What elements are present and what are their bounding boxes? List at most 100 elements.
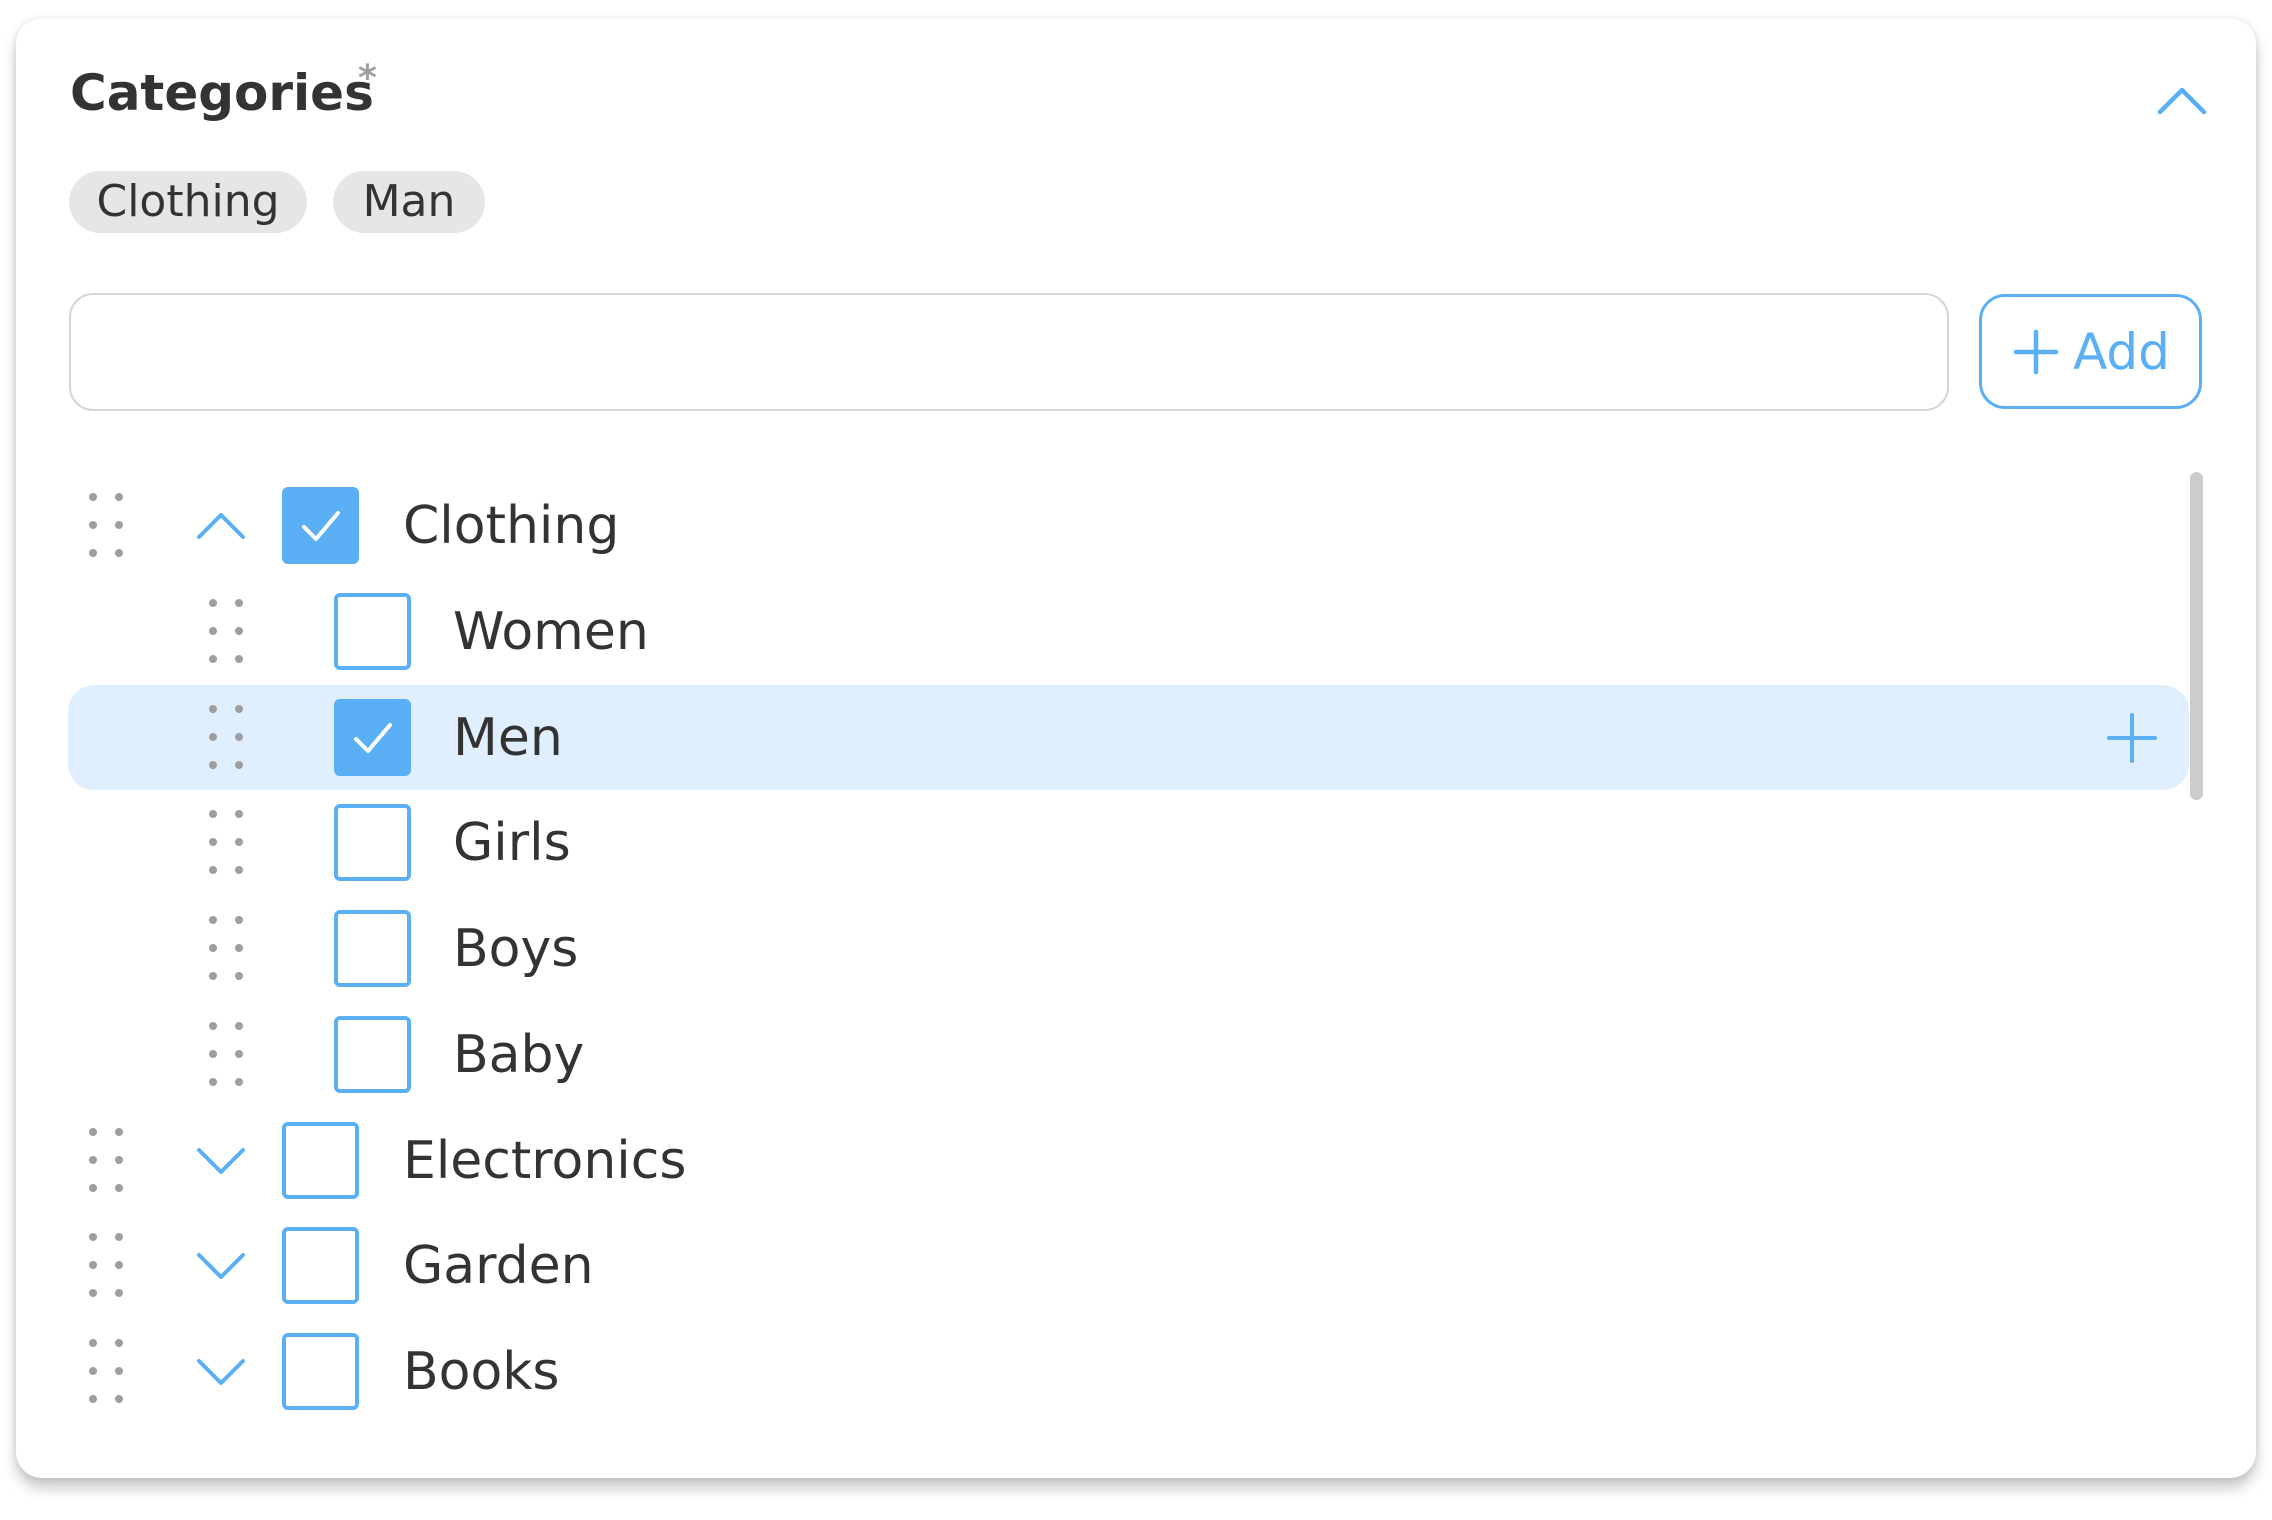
drag-dot — [235, 626, 243, 635]
selected-chip: Man — [333, 171, 485, 233]
drag-handle-icon[interactable] — [89, 1339, 125, 1405]
drag-dot — [235, 760, 243, 769]
drag-dot — [209, 972, 217, 980]
tree-row[interactable]: Clothing — [68, 473, 2189, 578]
drag-dot — [89, 1367, 97, 1375]
drag-handle-icon[interactable] — [89, 1127, 125, 1194]
tree-row[interactable]: Girls — [68, 790, 2189, 895]
drag-handle-icon[interactable] — [89, 1233, 125, 1299]
drag-dot — [209, 944, 217, 952]
category-checkbox[interactable] — [282, 1227, 359, 1305]
drag-dot — [89, 1183, 97, 1192]
tree-row[interactable]: Books — [68, 1319, 2189, 1424]
chevron-down-icon — [197, 1359, 245, 1385]
drag-handle-icon[interactable] — [209, 916, 245, 982]
new-category-input[interactable] — [69, 293, 1949, 411]
drag-dot — [235, 1049, 243, 1058]
drag-dot — [115, 1289, 123, 1298]
expand-toggle[interactable] — [196, 1347, 246, 1397]
tree-scrollbar[interactable] — [2190, 472, 2203, 800]
drag-dot — [115, 1367, 123, 1375]
category-checkbox[interactable] — [334, 1015, 411, 1093]
tree-row[interactable]: Electronics — [68, 1108, 2189, 1213]
category-checkbox[interactable] — [282, 1333, 359, 1410]
drag-dot — [89, 1233, 97, 1242]
drag-dot — [209, 654, 217, 663]
plus-icon — [2107, 712, 2157, 763]
checkmark-icon — [302, 511, 340, 541]
panel-title: Categories — [70, 64, 374, 122]
category-checkbox[interactable] — [282, 1121, 359, 1199]
drag-dot — [115, 1155, 123, 1164]
add-subcategory-button[interactable] — [2105, 711, 2159, 765]
drag-dot — [115, 493, 123, 501]
add-category-button[interactable]: Add — [1979, 294, 2202, 409]
collapse-toggle[interactable] — [196, 501, 246, 551]
category-label: Men — [453, 707, 563, 768]
tree-row[interactable]: Baby — [68, 1002, 2189, 1107]
chevron-up-icon — [197, 513, 245, 539]
category-label: Boys — [453, 919, 579, 979]
drag-dot — [115, 1339, 123, 1347]
tree-row[interactable]: Men — [68, 684, 2189, 790]
category-checkbox[interactable] — [334, 698, 411, 776]
drag-dot — [235, 1021, 243, 1030]
drag-dot — [89, 1155, 97, 1164]
chevron-up-icon — [2157, 87, 2207, 115]
drag-dot — [209, 760, 217, 769]
drag-dot — [209, 1021, 217, 1030]
tree-row[interactable]: Boys — [68, 896, 2189, 1001]
collapse-panel-button[interactable] — [2152, 76, 2212, 126]
chevron-down-icon — [197, 1253, 245, 1280]
drag-dot — [209, 598, 217, 607]
drag-dot — [235, 944, 243, 952]
expand-toggle[interactable] — [196, 1241, 246, 1291]
category-checkbox[interactable] — [334, 910, 411, 987]
drag-dot — [209, 866, 217, 875]
drag-dot — [235, 598, 243, 607]
selected-chip: Clothing — [69, 171, 307, 233]
drag-dot — [235, 732, 243, 741]
category-checkbox[interactable] — [334, 592, 411, 670]
category-label: Clothing — [403, 496, 620, 556]
drag-dot — [115, 1127, 123, 1136]
drag-dot — [89, 549, 97, 557]
drag-dot — [115, 1183, 123, 1192]
category-checkbox[interactable] — [334, 804, 411, 882]
drag-dot — [115, 1395, 123, 1403]
category-label: Garden — [403, 1236, 594, 1297]
drag-dot — [89, 1395, 97, 1403]
drag-dot — [115, 549, 123, 557]
drag-dot — [89, 521, 97, 529]
drag-dot — [115, 1233, 123, 1242]
add-button-label: Add — [2073, 322, 2170, 381]
drag-dot — [209, 838, 217, 847]
drag-handle-icon[interactable] — [209, 1021, 245, 1088]
drag-dot — [235, 916, 243, 924]
checkmark-icon — [354, 722, 392, 753]
drag-handle-icon[interactable] — [209, 704, 245, 771]
drag-dot — [209, 626, 217, 635]
drag-handle-icon[interactable] — [209, 810, 245, 876]
category-label: Women — [453, 601, 649, 662]
tree-row[interactable]: Women — [68, 579, 2189, 684]
category-label: Girls — [453, 813, 571, 874]
chevron-down-icon — [197, 1147, 245, 1174]
drag-dot — [235, 866, 243, 875]
drag-dot — [89, 1339, 97, 1347]
drag-dot — [235, 810, 243, 819]
drag-dot — [209, 916, 217, 924]
drag-dot — [235, 972, 243, 980]
drag-dot — [209, 810, 217, 819]
category-checkbox[interactable] — [282, 487, 359, 564]
drag-dot — [209, 732, 217, 741]
category-label: Baby — [453, 1024, 585, 1085]
drag-handle-icon[interactable] — [209, 598, 245, 665]
drag-handle-icon[interactable] — [89, 493, 125, 559]
drag-dot — [115, 1261, 123, 1270]
drag-dot — [89, 1289, 97, 1298]
category-label: Books — [403, 1342, 560, 1402]
drag-dot — [89, 1127, 97, 1136]
expand-toggle[interactable] — [196, 1136, 246, 1186]
tree-row[interactable]: Garden — [68, 1213, 2189, 1318]
